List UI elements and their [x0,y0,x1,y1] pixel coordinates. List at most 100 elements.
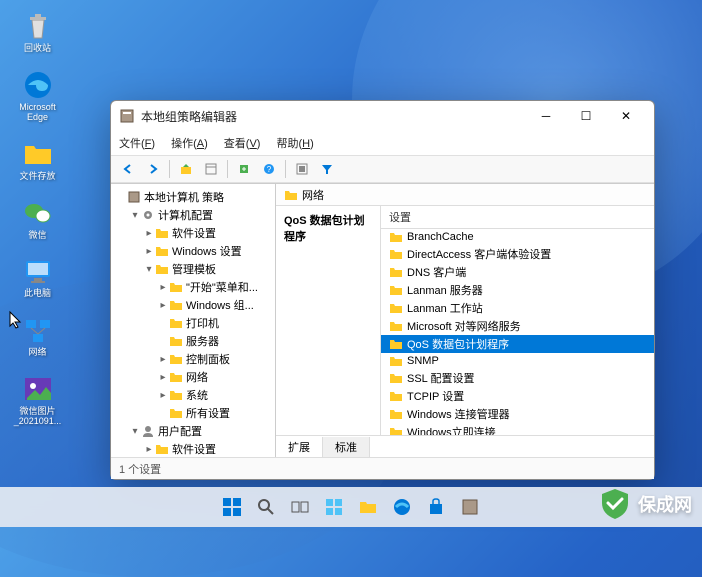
tree-item[interactable]: ▸ viewBox="0 0 14 14">网络 [111,368,275,386]
export-button[interactable] [233,158,255,180]
tree-item[interactable]: viewBox="0 0 14 14">服务器 [111,332,275,350]
store-button[interactable] [422,493,450,521]
help-button[interactable]: ? [258,158,280,180]
folder-icon: viewBox="0 0 14 14"> [169,388,183,402]
close-button[interactable]: ✕ [606,102,646,130]
list-item-label: SSL 配置设置 [407,370,474,386]
tree-twisty[interactable]: ▾ [129,426,141,437]
desktop-icon-screenshot[interactable]: 微信图片_2021091... [10,373,65,427]
folder-icon [389,230,403,244]
funnel-button[interactable] [316,158,338,180]
menu-f[interactable]: 文件(F) [119,135,155,151]
tab-标准[interactable]: 标准 [323,437,370,457]
up-button[interactable] [175,158,197,180]
tree-twisty[interactable]: ▸ [157,354,169,365]
tree-label: Windows 组... [186,297,254,313]
tree-pane[interactable]: viewBox="0 0 14 14">本地计算机 策略▾ viewBox="0… [111,184,276,457]
folder-icon: viewBox="0 0 14 14"> [169,316,183,330]
list-items-pane[interactable]: 设置 BranchCacheDirectAccess 客户端体验设置DNS 客户… [381,206,654,435]
list-item-label: TCPIP 设置 [407,388,464,404]
tree-item[interactable]: viewBox="0 0 14 14">所有设置 [111,404,275,422]
breadcrumb-text: 网络 [302,187,324,203]
list-item[interactable]: Microsoft 对等网络服务 [381,317,654,335]
folder-icon [389,301,403,315]
list-item[interactable]: SNMP [381,353,654,369]
tree-item[interactable]: ▸ viewBox="0 0 14 14">软件设置 [111,224,275,242]
tree-item[interactable]: ▾ viewBox="0 0 14 14">计算机配置 [111,206,275,224]
folder-icon [389,265,403,279]
tree-item[interactable]: viewBox="0 0 14 14">打印机 [111,314,275,332]
list-item[interactable]: TCPIP 设置 [381,387,654,405]
tree-twisty[interactable]: ▸ [157,372,169,383]
taskbar[interactable] [0,487,702,527]
list-item[interactable]: BranchCache [381,229,654,245]
list-item[interactable]: Windows 连接管理器 [381,405,654,423]
forward-button[interactable] [142,158,164,180]
tree-twisty[interactable]: ▸ [143,444,155,455]
menu-h[interactable]: 帮助(H) [276,135,313,151]
app-taskbar-button[interactable] [456,493,484,521]
tree-item[interactable]: ▾ viewBox="0 0 14 14">用户配置 [111,422,275,440]
widgets-button[interactable] [320,493,348,521]
tab-扩展[interactable]: 扩展 [276,437,323,457]
menu-a[interactable]: 操作(A) [171,135,208,151]
taskview-button[interactable] [286,493,314,521]
shield-icon [598,487,632,521]
folder-icon [389,389,403,403]
list-body: QoS 数据包计划程序 设置 BranchCacheDirectAccess 客… [276,206,654,435]
wechat-icon [22,197,54,229]
list-item[interactable]: Windows立即连接 [381,423,654,435]
folder-icon [389,319,403,333]
tree-item[interactable]: ▸ viewBox="0 0 14 14">系统 [111,386,275,404]
explorer-button[interactable] [354,493,382,521]
desktop-icon-wechat[interactable]: 微信 [10,197,65,241]
menu-v[interactable]: 查看(V) [224,135,261,151]
tree-twisty[interactable]: ▸ [157,390,169,401]
search-button[interactable] [252,493,280,521]
desktop-icon-recyclebin[interactable]: 回收站 [10,10,65,54]
minimize-button[interactable]: ─ [526,102,566,130]
policy-icon: viewBox="0 0 14 14"> [127,190,141,204]
tree-twisty[interactable]: ▾ [129,210,141,221]
start-button[interactable] [218,493,246,521]
list-column-header[interactable]: 设置 [381,206,654,229]
tree-twisty[interactable]: ▸ [157,300,169,311]
tree-item[interactable]: ▸ viewBox="0 0 14 14">"开始"菜单和... [111,278,275,296]
folder-icon [389,354,403,368]
tree-label: 所有设置 [186,405,230,421]
edge-taskbar-button[interactable] [388,493,416,521]
desktop-icon-filesave[interactable]: 文件存放 [10,138,65,182]
window-titlebar[interactable]: 本地组策略编辑器 ─ ☐ ✕ [111,101,654,131]
image-icon [22,373,54,405]
tree-item[interactable]: ▸ viewBox="0 0 14 14">控制面板 [111,350,275,368]
tree-item[interactable]: viewBox="0 0 14 14">本地计算机 策略 [111,188,275,206]
list-item[interactable]: QoS 数据包计划程序 [381,335,654,353]
desktop-icons-area: 回收站Microsoft Edge文件存放微信此电脑网络微信图片_2021091… [10,10,65,427]
desktop-icon-thispc[interactable]: 此电脑 [10,255,65,299]
group-policy-window: 本地组策略编辑器 ─ ☐ ✕ 文件(F) 操作(A) 查看(V) 帮助(H) ? vi… [110,100,655,480]
desktop-icon-edge[interactable]: Microsoft Edge [10,69,65,123]
tree-item[interactable]: ▸ viewBox="0 0 14 14">软件设置 [111,440,275,457]
list-item[interactable]: DNS 客户端 [381,263,654,281]
list-item[interactable]: Lanman 服务器 [381,281,654,299]
show-hide-button[interactable] [200,158,222,180]
tree-twisty[interactable]: ▸ [143,246,155,257]
tree-twisty[interactable]: ▾ [143,264,155,275]
list-item[interactable]: Lanman 工作站 [381,299,654,317]
pc-icon [22,255,54,287]
list-item[interactable]: DirectAccess 客户端体验设置 [381,245,654,263]
network-icon [22,314,54,346]
list-header-row: 网络 [276,184,654,206]
filter-button[interactable] [291,158,313,180]
list-item[interactable]: SSL 配置设置 [381,369,654,387]
tree-label: 用户配置 [158,423,202,439]
tree-item[interactable]: ▸ viewBox="0 0 14 14">Windows 组... [111,296,275,314]
back-button[interactable] [117,158,139,180]
tree-item[interactable]: ▾ viewBox="0 0 14 14">管理模板 [111,260,275,278]
tree-twisty[interactable]: ▸ [143,228,155,239]
tree-twisty[interactable]: ▸ [157,282,169,293]
tree-item[interactable]: ▸ viewBox="0 0 14 14">Windows 设置 [111,242,275,260]
list-item-label: Lanman 服务器 [407,282,483,298]
maximize-button[interactable]: ☐ [566,102,606,130]
list-item-label: SNMP [407,355,439,367]
